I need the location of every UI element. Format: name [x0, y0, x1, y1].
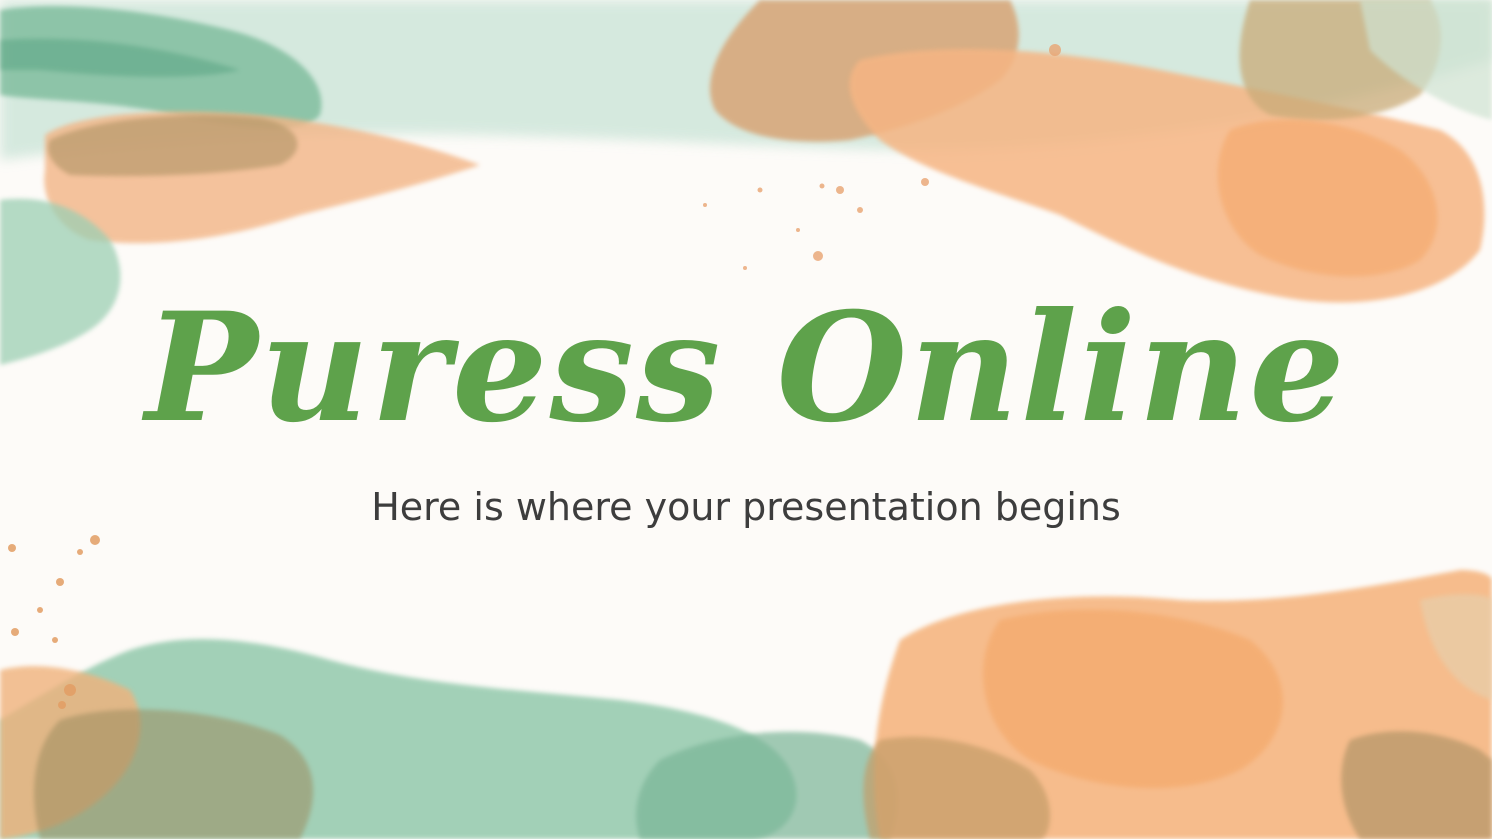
bottom-right-brown-blob	[1341, 731, 1492, 839]
slide-subtitle: Here is where your presentation begins	[371, 485, 1121, 529]
presentation-slide: Puress Online Here is where your present…	[0, 0, 1492, 839]
slide-title: Puress Online	[145, 280, 1347, 456]
